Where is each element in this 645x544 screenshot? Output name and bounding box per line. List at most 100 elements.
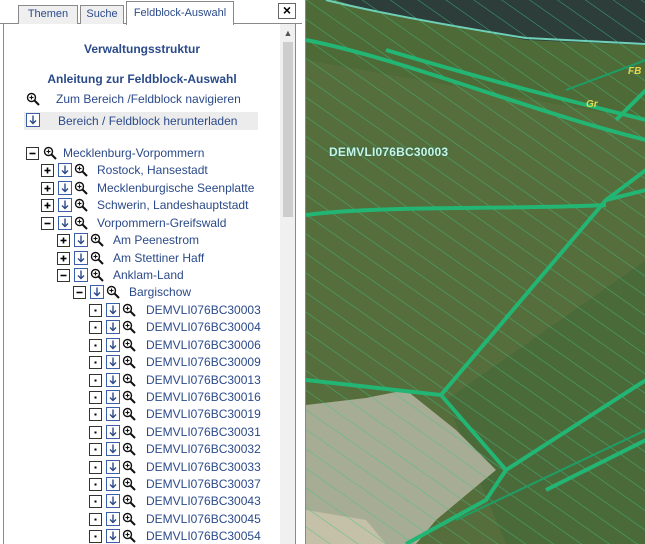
- tree-amt[interactable]: Am Stettiner Haff: [57, 250, 295, 267]
- expand-icon[interactable]: [57, 251, 70, 265]
- zoom-icon[interactable]: [122, 338, 136, 352]
- zoom-icon[interactable]: [122, 320, 136, 335]
- instructions-link[interactable]: Anleitung zur Feldblock-Auswahl: [4, 72, 280, 86]
- leaf-node-icon[interactable]: [89, 425, 102, 439]
- zoom-icon[interactable]: [122, 407, 136, 422]
- leaf-node-icon[interactable]: [89, 530, 102, 544]
- tree-fieldblock[interactable]: DEMVLI076BC30013: [89, 372, 295, 389]
- tree-node-label[interactable]: DEMVLI076BC30031: [146, 425, 261, 440]
- tree-root-mv[interactable]: Mecklenburg-Vorpommern: [26, 146, 295, 162]
- tree-gemeinde[interactable]: Bargischow: [73, 285, 295, 301]
- tree-node-label[interactable]: DEMVLI076BC30019: [146, 407, 261, 422]
- tree-node-label[interactable]: DEMVLI076BC30004: [146, 320, 261, 335]
- tree-node-label[interactable]: Vorpommern-Greifswald: [97, 216, 226, 231]
- tree-amt[interactable]: Anklam-Land: [57, 268, 295, 284]
- expand-icon[interactable]: [41, 181, 54, 195]
- tree-node-label[interactable]: DEMVLI076BC30037: [146, 477, 261, 492]
- download-icon[interactable]: [106, 424, 120, 439]
- download-icon[interactable]: [106, 303, 120, 317]
- zoom-icon[interactable]: [122, 442, 136, 456]
- tree-fieldblock[interactable]: DEMVLI076BC30006: [89, 337, 295, 354]
- collapse-icon[interactable]: [57, 269, 70, 282]
- download-icon[interactable]: [106, 529, 120, 544]
- leaf-node-icon[interactable]: [89, 304, 102, 317]
- tree-district[interactable]: Rostock, Hansestadt: [41, 163, 295, 179]
- download-action[interactable]: Bereich / Feldblock herunterladen: [24, 112, 258, 130]
- leaf-node-icon[interactable]: [89, 373, 102, 387]
- zoom-icon[interactable]: [106, 285, 120, 299]
- tree-district[interactable]: Schwerin, Landeshauptstadt: [41, 198, 295, 214]
- collapse-icon[interactable]: [73, 286, 86, 299]
- tree-node-label[interactable]: Schwerin, Landeshauptstadt: [97, 198, 248, 213]
- map-view[interactable]: DEMVLI076BC30003 Gr FB: [305, 0, 645, 544]
- download-icon[interactable]: [106, 390, 120, 404]
- zoom-icon[interactable]: [74, 198, 88, 212]
- expand-icon[interactable]: [57, 234, 70, 247]
- scroll-thumb[interactable]: [283, 42, 293, 217]
- tree-node-label[interactable]: DEMVLI076BC30003: [146, 303, 261, 318]
- tree-node-label[interactable]: DEMVLI076BC30032: [146, 442, 261, 457]
- download-icon[interactable]: [58, 198, 72, 212]
- navigate-action[interactable]: Zum Bereich /Feldblock navigieren: [24, 90, 258, 108]
- zoom-icon[interactable]: [122, 425, 136, 439]
- zoom-icon[interactable]: [122, 355, 136, 369]
- tree-fieldblock[interactable]: DEMVLI076BC30032: [89, 442, 295, 458]
- tree-fieldblock[interactable]: DEMVLI076BC30054: [89, 529, 295, 544]
- leaf-node-icon[interactable]: [89, 443, 102, 457]
- expand-icon[interactable]: [41, 199, 54, 212]
- download-icon[interactable]: [106, 442, 120, 457]
- scroll-up-arrow-icon[interactable]: ▲: [280, 26, 295, 40]
- tree-fieldblock[interactable]: DEMVLI076BC30045: [89, 511, 295, 528]
- leaf-node-icon[interactable]: [89, 391, 102, 404]
- download-icon[interactable]: [106, 372, 120, 387]
- close-button[interactable]: ×: [278, 3, 296, 19]
- zoom-icon[interactable]: [122, 477, 136, 491]
- download-icon[interactable]: [106, 337, 120, 352]
- download-icon[interactable]: [74, 233, 88, 247]
- tree-fieldblock[interactable]: DEMVLI076BC30037: [89, 477, 295, 493]
- tree-node-label[interactable]: DEMVLI076BC30045: [146, 512, 261, 527]
- tree-node-label[interactable]: Am Peenestrom: [113, 233, 199, 248]
- zoom-icon[interactable]: [90, 268, 104, 282]
- download-icon[interactable]: [58, 180, 72, 195]
- zoom-icon[interactable]: [122, 460, 136, 474]
- zoom-icon[interactable]: [122, 512, 136, 526]
- tab-suche[interactable]: Suche: [80, 5, 124, 24]
- tree-node-label[interactable]: DEMVLI076BC30054: [146, 529, 261, 544]
- tree-node-label[interactable]: Mecklenburgische Seenplatte: [97, 181, 254, 196]
- download-icon[interactable]: [90, 285, 104, 299]
- tree-fieldblock[interactable]: DEMVLI076BC30043: [89, 494, 295, 510]
- tree-fieldblock[interactable]: DEMVLI076BC30009: [89, 355, 295, 371]
- zoom-icon[interactable]: [122, 529, 136, 543]
- collapse-icon[interactable]: [26, 147, 39, 160]
- tree-node-label[interactable]: Am Stettiner Haff: [113, 251, 204, 266]
- zoom-icon[interactable]: [43, 146, 57, 160]
- tree-district[interactable]: Mecklenburgische Seenplatte: [41, 180, 295, 197]
- tree-node-label[interactable]: Rostock, Hansestadt: [97, 163, 208, 178]
- tab-themen[interactable]: Themen: [18, 5, 78, 24]
- download-icon[interactable]: [58, 215, 72, 230]
- tree-fieldblock[interactable]: DEMVLI076BC30004: [89, 320, 295, 336]
- download-icon[interactable]: [74, 250, 88, 265]
- download-icon[interactable]: [106, 477, 120, 491]
- zoom-icon[interactable]: [74, 163, 88, 177]
- zoom-icon[interactable]: [122, 373, 136, 387]
- zoom-icon[interactable]: [90, 233, 104, 247]
- zoom-icon[interactable]: [122, 303, 136, 317]
- collapse-icon[interactable]: [41, 216, 54, 230]
- zoom-icon[interactable]: [122, 390, 136, 404]
- leaf-node-icon[interactable]: [89, 495, 102, 509]
- leaf-node-icon[interactable]: [89, 512, 102, 526]
- zoom-icon[interactable]: [74, 216, 88, 230]
- tree-node-label[interactable]: DEMVLI076BC30006: [146, 338, 261, 353]
- tree-node-label[interactable]: Bargischow: [129, 285, 191, 300]
- zoom-icon[interactable]: [90, 251, 104, 265]
- leaf-node-icon[interactable]: [89, 321, 102, 335]
- tree-node-label[interactable]: DEMVLI076BC30016: [146, 390, 261, 405]
- tab-feldblock-auswahl[interactable]: Feldblock-Auswahl: [126, 1, 234, 25]
- download-icon[interactable]: [106, 494, 120, 509]
- download-icon[interactable]: [106, 320, 120, 335]
- tree-node-label[interactable]: DEMVLI076BC30013: [146, 373, 261, 388]
- download-icon[interactable]: [106, 407, 120, 422]
- tree-node-label[interactable]: DEMVLI076BC30033: [146, 460, 261, 475]
